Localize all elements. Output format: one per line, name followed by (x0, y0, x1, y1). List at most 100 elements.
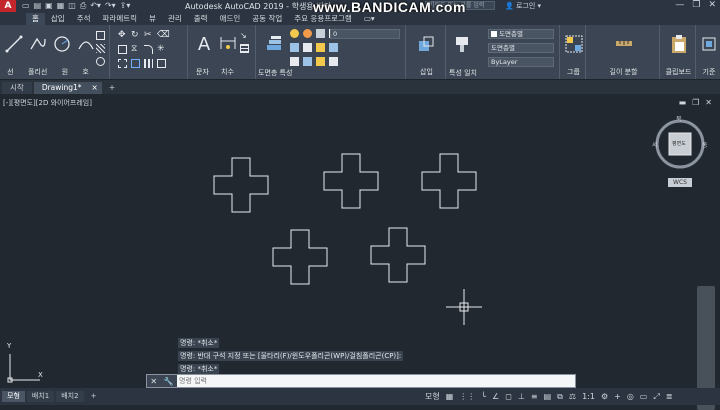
offset-icon[interactable] (157, 59, 166, 68)
rotate-icon[interactable]: ↻ (131, 31, 140, 40)
ellipse-icon[interactable] (96, 57, 105, 66)
layer-tool-7-icon[interactable] (316, 57, 325, 66)
paste-button[interactable] (669, 33, 689, 55)
customize-icon[interactable]: ≣ (666, 392, 673, 401)
linetype-dropdown[interactable]: ByLayer (488, 57, 554, 67)
tab-output[interactable]: 출력 (188, 13, 214, 25)
user-signin[interactable]: 👤 로그인 ▾ (505, 1, 541, 11)
explode-icon[interactable]: ✳ (157, 45, 166, 54)
copy-icon[interactable] (118, 45, 127, 54)
tab-annotate[interactable]: 주석 (71, 13, 97, 25)
close-icon[interactable]: × (92, 82, 98, 94)
leader-icon[interactable]: ↘ (240, 31, 249, 40)
selection-cycle-icon[interactable]: ⧉ (557, 392, 563, 402)
tab-manage[interactable]: 관리 (162, 13, 188, 25)
maximize-button[interactable]: ❐ (692, 0, 700, 10)
mirror-icon[interactable]: ⧖ (131, 45, 140, 54)
save-as-icon[interactable]: ▦ (57, 1, 65, 11)
tab-model[interactable]: 모형 (2, 391, 25, 402)
stretch-icon[interactable] (118, 59, 127, 68)
hardware-icon[interactable]: ▭ (640, 392, 648, 401)
hatch-icon[interactable] (96, 44, 105, 53)
annotation-scale-icon[interactable]: ⚖ (569, 392, 576, 401)
ortho-icon[interactable]: └ (481, 392, 486, 401)
command-input[interactable] (179, 376, 559, 386)
tab-insert[interactable]: 삽입 (45, 13, 71, 25)
layer-dropdown[interactable]: 0 (330, 29, 400, 39)
tab-featured-apps[interactable]: 주요 응용프로그램 (288, 13, 358, 25)
arc-tool[interactable] (76, 33, 96, 55)
tab-parametric[interactable]: 파라메트릭 (97, 13, 144, 25)
save-icon[interactable]: ▣ (45, 1, 53, 11)
undo-icon[interactable]: ↶▾ (90, 1, 101, 11)
scale-label[interactable]: 1:1 (582, 392, 595, 401)
osnap-icon[interactable]: ◻ (505, 392, 512, 401)
group-button[interactable] (564, 33, 584, 55)
wcs-dropdown[interactable]: WCS (668, 178, 692, 187)
isolate-icon[interactable]: ◎ (627, 392, 634, 401)
snap-icon[interactable]: ⋮⋮ (459, 392, 475, 401)
transparency-icon[interactable]: ▤ (544, 392, 552, 401)
scale-icon[interactable] (131, 59, 140, 68)
circle-tool[interactable] (52, 33, 72, 55)
layer-tool-3-icon[interactable] (316, 43, 325, 52)
array-icon[interactable] (144, 59, 153, 68)
tab-view[interactable]: 뷰 (143, 13, 162, 25)
tab-addins[interactable]: 애드인 (214, 13, 247, 25)
print-icon[interactable]: ⎙ (80, 1, 86, 11)
plus-icon[interactable]: + (614, 392, 621, 401)
tab-home[interactable]: 홈 (26, 13, 45, 25)
text-tool[interactable]: A (194, 33, 214, 55)
new-icon[interactable]: ▭ (22, 1, 30, 11)
sun-icon[interactable] (303, 29, 312, 38)
lock-icon[interactable] (316, 29, 325, 38)
fillet-icon[interactable] (144, 45, 153, 54)
fullscreen-icon[interactable]: ⤢ (653, 392, 659, 402)
gear-icon[interactable]: ⚙ (601, 392, 608, 401)
tab-collaborate[interactable]: 공동 작업 (246, 13, 288, 25)
polyline-tool[interactable] (28, 33, 48, 55)
match-properties-button[interactable] (452, 33, 472, 55)
color-dropdown[interactable]: 도면층별 (488, 29, 554, 39)
drawing-viewport[interactable]: [-][평면도][2D 와이어프레임] ▬ ❐ ✕ 평면도 북 서 동 WCS … (0, 94, 720, 410)
insert-block-button[interactable] (416, 33, 436, 55)
minimize-button[interactable]: — (675, 0, 684, 10)
tab-drawing1[interactable]: Drawing1* × (33, 82, 102, 94)
layer-tool-4-icon[interactable] (329, 43, 338, 52)
otrack-icon[interactable]: ⊥ (518, 392, 525, 401)
divide-button[interactable] (614, 33, 634, 55)
lightbulb-icon[interactable] (290, 29, 299, 38)
layer-tool-6-icon[interactable] (303, 57, 312, 66)
tab-layout2[interactable]: 배치2 (56, 391, 84, 402)
layer-tool-8-icon[interactable] (329, 57, 338, 66)
ribbon-toggle-button[interactable]: ▭▾ (358, 13, 381, 25)
grid-icon[interactable]: ▦ (446, 392, 454, 401)
layer-tool-2-icon[interactable] (303, 43, 312, 52)
move-icon[interactable]: ✥ (118, 31, 127, 40)
line-tool[interactable] (4, 33, 24, 55)
lineweight-dropdown[interactable]: 도면층별 (488, 43, 554, 53)
base-view-button[interactable] (699, 33, 719, 55)
tab-start[interactable]: 시작 (2, 82, 32, 94)
add-layout-button[interactable]: + (86, 391, 102, 402)
trim-icon[interactable]: ✂ (144, 31, 153, 40)
polar-icon[interactable]: ∠ (492, 392, 499, 401)
model-space-label[interactable]: 모형 (425, 391, 440, 402)
layer-tool-5-icon[interactable] (290, 57, 299, 66)
dimension-tool[interactable] (218, 33, 238, 55)
web-icon[interactable]: ◫ (68, 1, 76, 11)
lineweight-icon[interactable]: ≡ (531, 392, 538, 401)
erase-icon[interactable]: ⌫ (157, 31, 170, 40)
layer-tool-1-icon[interactable] (290, 43, 299, 52)
app-menu-button[interactable]: A (0, 0, 16, 12)
table-icon[interactable] (240, 44, 249, 53)
rectangle-icon[interactable] (96, 31, 105, 40)
redo-icon[interactable]: ↷▾ (105, 1, 116, 11)
share-icon[interactable]: ⇪▾ (120, 1, 131, 11)
close-command-icon[interactable]: ✕ (150, 377, 157, 386)
layer-properties-button[interactable] (264, 33, 284, 55)
tab-layout1[interactable]: 배치1 (26, 391, 55, 402)
new-tab-button[interactable]: + (104, 82, 120, 94)
open-icon[interactable]: ▤ (34, 1, 42, 11)
customize-wrench-icon[interactable]: 🔧 (164, 377, 174, 386)
